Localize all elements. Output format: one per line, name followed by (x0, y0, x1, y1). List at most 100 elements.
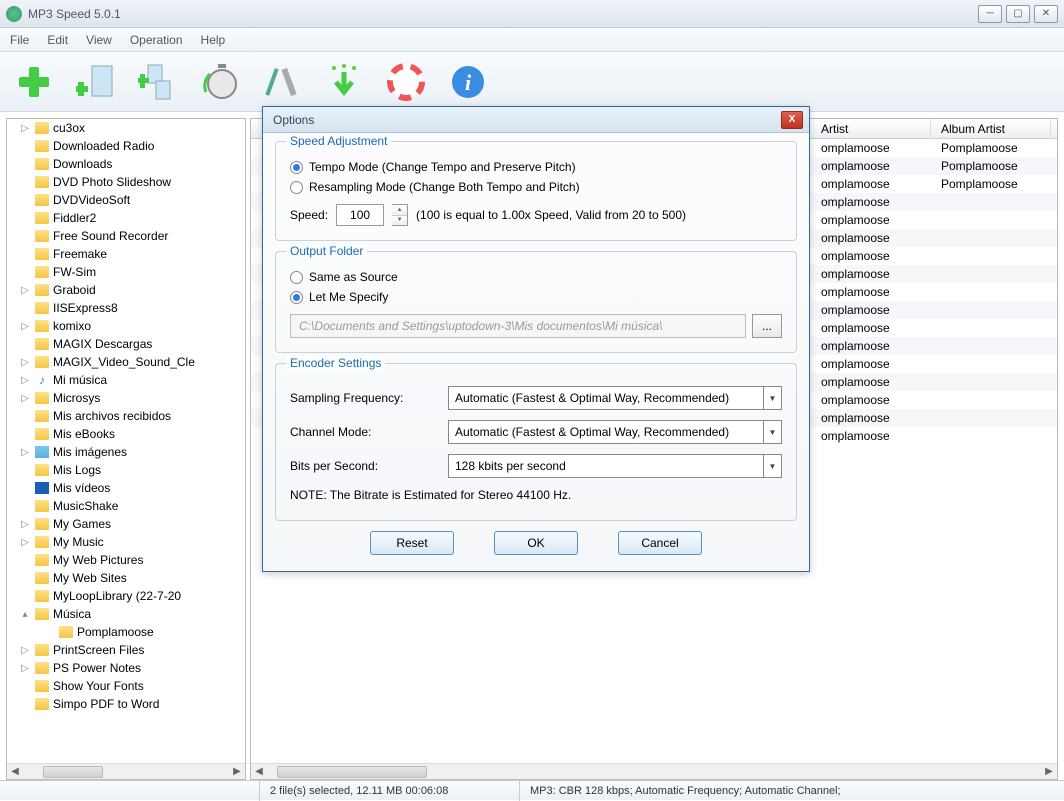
same-source-radio[interactable] (290, 271, 303, 284)
menu-operation[interactable]: Operation (130, 33, 183, 47)
list-hscrollbar[interactable]: ◀▶ (251, 763, 1057, 779)
tree-item[interactable]: Freemake (7, 245, 245, 263)
tree-item[interactable]: Simpo PDF to Word (7, 695, 245, 713)
resampling-mode-radio[interactable] (290, 181, 303, 194)
app-icon (6, 6, 22, 22)
encoder-settings-group: Encoder Settings Sampling Frequency: Aut… (275, 363, 797, 521)
menubar: File Edit View Operation Help (0, 28, 1064, 52)
tools-button[interactable] (258, 58, 306, 106)
speed-hint: (100 is equal to 1.00x Speed, Valid from… (416, 208, 686, 222)
tree-item[interactable]: ▷PrintScreen Files (7, 641, 245, 659)
stopwatch-button[interactable] (196, 58, 244, 106)
menu-view[interactable]: View (86, 33, 112, 47)
tree-item[interactable]: IISExpress8 (7, 299, 245, 317)
tree-item[interactable]: Downloaded Radio (7, 137, 245, 155)
add-folder-button[interactable] (72, 58, 120, 106)
chevron-down-icon: ▼ (763, 455, 781, 477)
channel-select[interactable]: Automatic (Fastest & Optimal Way, Recomm… (448, 420, 782, 444)
tree-item[interactable]: ▷Microsys (7, 389, 245, 407)
tree-item[interactable]: ▷PS Power Notes (7, 659, 245, 677)
tree-item[interactable]: ▷Mis imágenes (7, 443, 245, 461)
chevron-down-icon: ▼ (763, 387, 781, 409)
encoder-legend: Encoder Settings (286, 356, 385, 370)
tree-item[interactable]: ▷Graboid (7, 281, 245, 299)
folder-tree[interactable]: ▷cu3oxDownloaded RadioDownloadsDVD Photo… (7, 119, 245, 755)
tree-item[interactable]: ▷komixo (7, 317, 245, 335)
menu-edit[interactable]: Edit (47, 33, 68, 47)
maximize-button[interactable]: ▢ (1006, 5, 1030, 23)
dialog-title: Options (273, 113, 781, 127)
tree-item[interactable]: Show Your Fonts (7, 677, 245, 695)
speed-input[interactable]: 100 (336, 204, 384, 226)
tree-item[interactable]: MAGIX Descargas (7, 335, 245, 353)
tree-hscrollbar[interactable]: ◀▶ (7, 763, 245, 779)
menu-file[interactable]: File (10, 33, 29, 47)
menu-help[interactable]: Help (201, 33, 226, 47)
tree-item[interactable]: FW-Sim (7, 263, 245, 281)
window-buttons: ─ ▢ ✕ (978, 5, 1058, 23)
cancel-button[interactable]: Cancel (618, 531, 702, 555)
titlebar: MP3 Speed 5.0.1 ─ ▢ ✕ (0, 0, 1064, 28)
speed-spinner[interactable]: ▲▼ (392, 204, 408, 226)
output-path-input[interactable]: C:\Documents and Settings\uptodown-3\Mis… (290, 314, 746, 338)
status-empty (0, 781, 260, 801)
add-button[interactable] (10, 58, 58, 106)
speed-legend: Speed Adjustment (286, 134, 391, 148)
info-button[interactable]: i (444, 58, 492, 106)
same-source-label: Same as Source (309, 270, 398, 284)
ok-button[interactable]: OK (494, 531, 578, 555)
tree-item[interactable]: MusicShake (7, 497, 245, 515)
tempo-mode-radio[interactable] (290, 161, 303, 174)
sampling-select[interactable]: Automatic (Fastest & Optimal Way, Recomm… (448, 386, 782, 410)
tree-item[interactable]: My Web Sites (7, 569, 245, 587)
tree-item[interactable]: Fiddler2 (7, 209, 245, 227)
output-folder-group: Output Folder Same as Source Let Me Spec… (275, 251, 797, 353)
tree-item[interactable]: ▷MAGIX_Video_Sound_Cle (7, 353, 245, 371)
tree-item[interactable]: ▷My Games (7, 515, 245, 533)
resampling-mode-label: Resampling Mode (Change Both Tempo and P… (309, 180, 580, 194)
reset-button[interactable]: Reset (370, 531, 454, 555)
svg-text:i: i (465, 70, 472, 95)
bits-select[interactable]: 128 kbits per second▼ (448, 454, 782, 478)
tree-item[interactable]: ▴Música (7, 605, 245, 623)
download-button[interactable] (320, 58, 368, 106)
col-artist[interactable]: Artist (811, 119, 931, 139)
tree-item[interactable]: ▷♪Mi música (7, 371, 245, 389)
tree-item[interactable]: My Web Pictures (7, 551, 245, 569)
tree-item[interactable]: Pomplamoose (7, 623, 245, 641)
bitrate-note: NOTE: The Bitrate is Estimated for Stere… (290, 488, 782, 502)
status-selection: 2 file(s) selected, 12.11 MB 00:06:08 (260, 781, 520, 801)
bits-label: Bits per Second: (290, 459, 440, 473)
tree-item[interactable]: Mis archivos recibidos (7, 407, 245, 425)
col-album-artist[interactable]: Album Artist (931, 119, 1051, 139)
tree-item[interactable]: Free Sound Recorder (7, 227, 245, 245)
tree-item[interactable]: Downloads (7, 155, 245, 173)
close-button[interactable]: ✕ (1034, 5, 1058, 23)
tree-item[interactable]: DVDVideoSoft (7, 191, 245, 209)
tree-item[interactable]: MyLoopLibrary (22-7-20 (7, 587, 245, 605)
help-lifebuoy-button[interactable] (382, 58, 430, 106)
options-dialog: Options X Speed Adjustment Tempo Mode (C… (262, 106, 810, 572)
tempo-mode-label: Tempo Mode (Change Tempo and Preserve Pi… (309, 160, 576, 174)
specify-radio[interactable] (290, 291, 303, 304)
dialog-close-button[interactable]: X (781, 111, 803, 129)
minimize-button[interactable]: ─ (978, 5, 1002, 23)
tree-item[interactable]: Mis eBooks (7, 425, 245, 443)
tree-item[interactable]: Mis vídeos (7, 479, 245, 497)
status-format: MP3: CBR 128 kbps; Automatic Frequency; … (520, 781, 1064, 801)
toolbar: i (0, 52, 1064, 112)
output-legend: Output Folder (286, 244, 367, 258)
tree-item[interactable]: Mis Logs (7, 461, 245, 479)
tree-item[interactable]: ▷My Music (7, 533, 245, 551)
sampling-label: Sampling Frequency: (290, 391, 440, 405)
speed-adjustment-group: Speed Adjustment Tempo Mode (Change Temp… (275, 141, 797, 241)
tree-item[interactable]: DVD Photo Slideshow (7, 173, 245, 191)
statusbar: 2 file(s) selected, 12.11 MB 00:06:08 MP… (0, 780, 1064, 800)
add-files-button[interactable] (134, 58, 182, 106)
browse-button[interactable]: ... (752, 314, 782, 338)
window-title: MP3 Speed 5.0.1 (28, 7, 978, 21)
tree-item[interactable]: ▷cu3ox (7, 119, 245, 137)
chevron-down-icon: ▼ (763, 421, 781, 443)
channel-label: Channel Mode: (290, 425, 440, 439)
dialog-titlebar[interactable]: Options X (263, 107, 809, 133)
